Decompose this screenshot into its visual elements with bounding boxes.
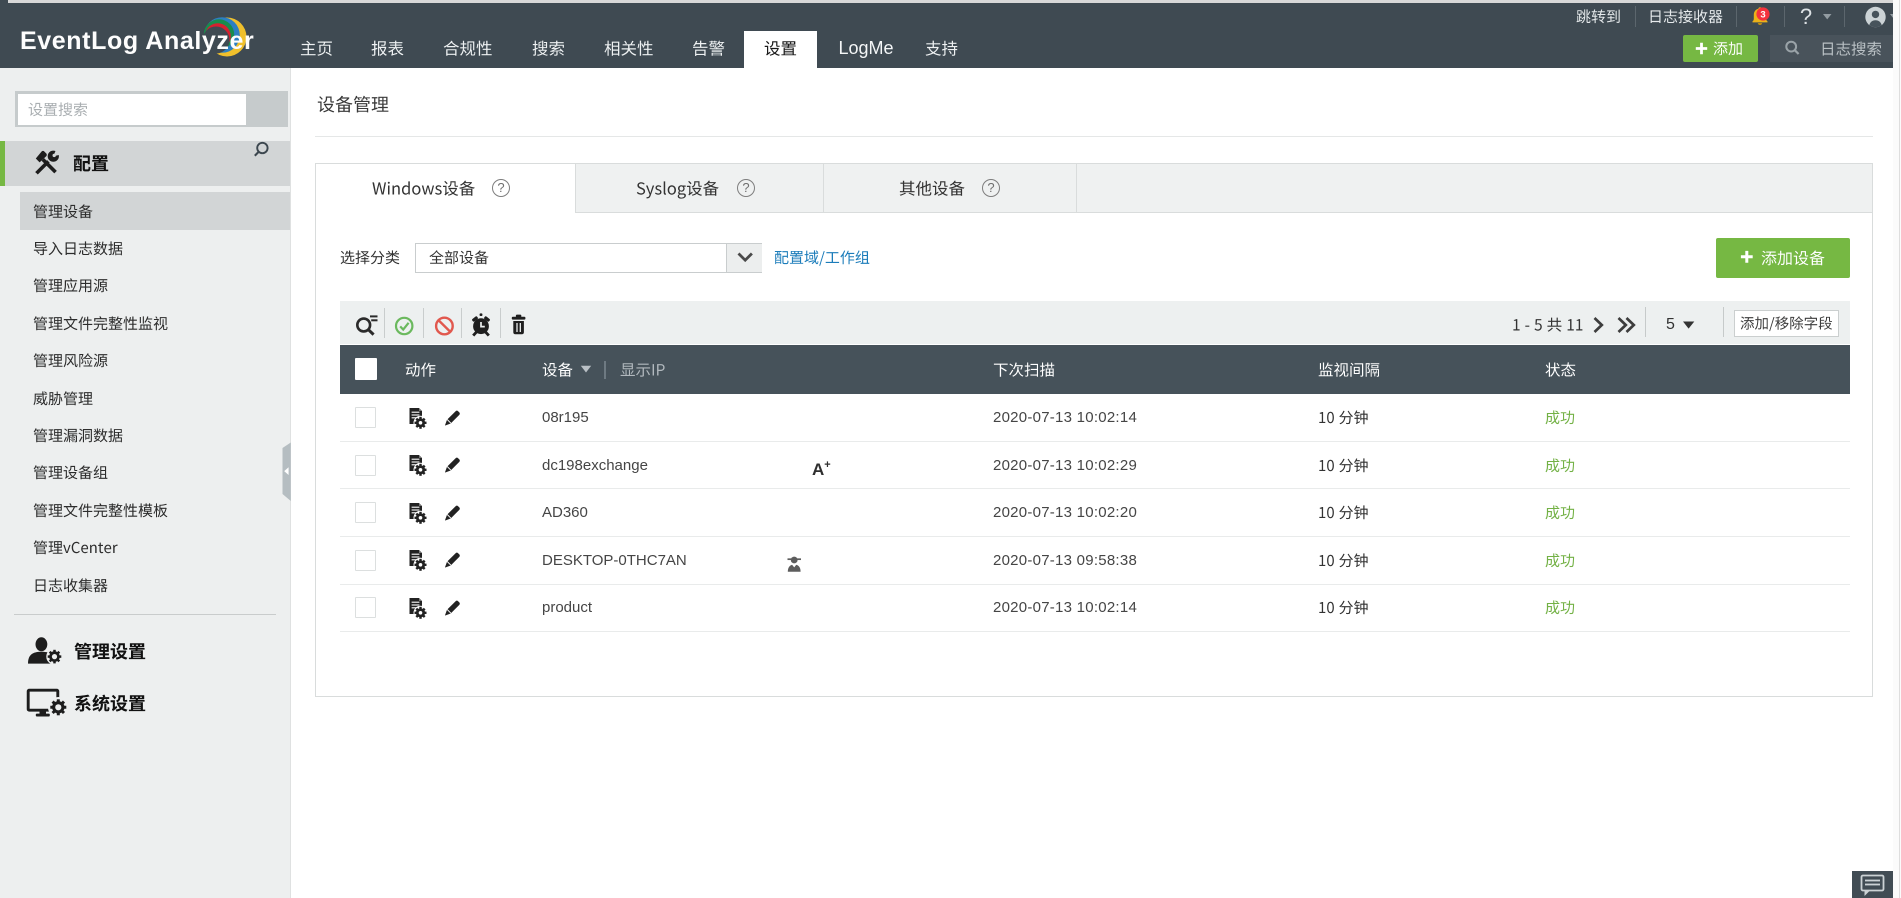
svg-text:3: 3 [1760, 9, 1765, 20]
